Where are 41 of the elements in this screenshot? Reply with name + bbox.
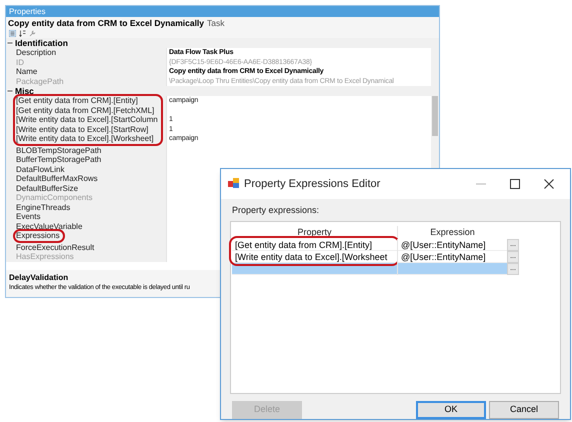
dialog-button[interactable]: Cancel [489, 401, 559, 419]
property-name[interactable]: ExecValueVariable [15, 222, 166, 231]
close-icon[interactable] [544, 178, 554, 189]
property-name[interactable]: Description [15, 48, 166, 58]
expression-cell[interactable]: @[User::EntityName] [398, 251, 507, 264]
property-name[interactable]: DefaultBufferSize [15, 184, 166, 193]
categorized-icon[interactable] [9, 30, 16, 37]
property-name[interactable]: [Get entity data from CRM].[FetchXML] [15, 106, 158, 115]
collapse-icon[interactable] [7, 88, 13, 94]
property-name[interactable]: Events [15, 212, 166, 222]
expression-cell[interactable] [398, 263, 507, 276]
description-title: DelayValidation [9, 273, 70, 283]
section-header[interactable]: Identification [15, 38, 68, 48]
property-cell[interactable]: [Write entity data to Excel].[Worksheet [232, 251, 397, 264]
property-name[interactable]: EngineThreads [15, 202, 166, 212]
property-name[interactable]: Name [15, 67, 166, 76]
collapse-icon[interactable] [7, 40, 13, 46]
property-name[interactable]: DefaultBufferMaxRows [15, 174, 166, 184]
maximize-icon[interactable] [510, 178, 520, 189]
sort-icon[interactable] [19, 30, 26, 37]
property-name[interactable]: [Get entity data from CRM].[Entity] [15, 96, 158, 106]
property-name[interactable]: [Write entity data to Excel].[StartColumn [15, 115, 158, 124]
section-label: Property expressions: [232, 204, 320, 217]
section-header[interactable]: Misc [15, 86, 34, 96]
property-name[interactable]: ForceExecutionResult [15, 242, 166, 252]
expression-cell[interactable]: @[User::EntityName] [398, 239, 507, 252]
property-name[interactable]: DataFlowLink [15, 164, 166, 174]
property-cell[interactable]: [Get entity data from CRM].[Entity] [232, 239, 397, 252]
object-name: Copy entity data from CRM to Excel Dynamically [8, 17, 204, 29]
property-name[interactable]: BLOBTempStoragePath [15, 146, 166, 155]
dialog-title: Property Expressions Editor [244, 176, 380, 192]
object-type: Task [207, 17, 225, 29]
property-name[interactable]: Expressions [15, 231, 60, 240]
property-name[interactable]: BufferTempStoragePath [15, 155, 166, 164]
property-name[interactable]: [Write entity data to Excel].[StartRow] [15, 124, 158, 134]
property-name[interactable]: [Write entity data to Excel].[Worksheet] [15, 134, 158, 144]
panel-title: Properties [6, 6, 439, 17]
column-header[interactable]: Property [232, 226, 397, 240]
wrench-icon[interactable] [29, 30, 36, 37]
app-icon [228, 178, 240, 190]
dialog-button[interactable]: OK [416, 401, 486, 419]
